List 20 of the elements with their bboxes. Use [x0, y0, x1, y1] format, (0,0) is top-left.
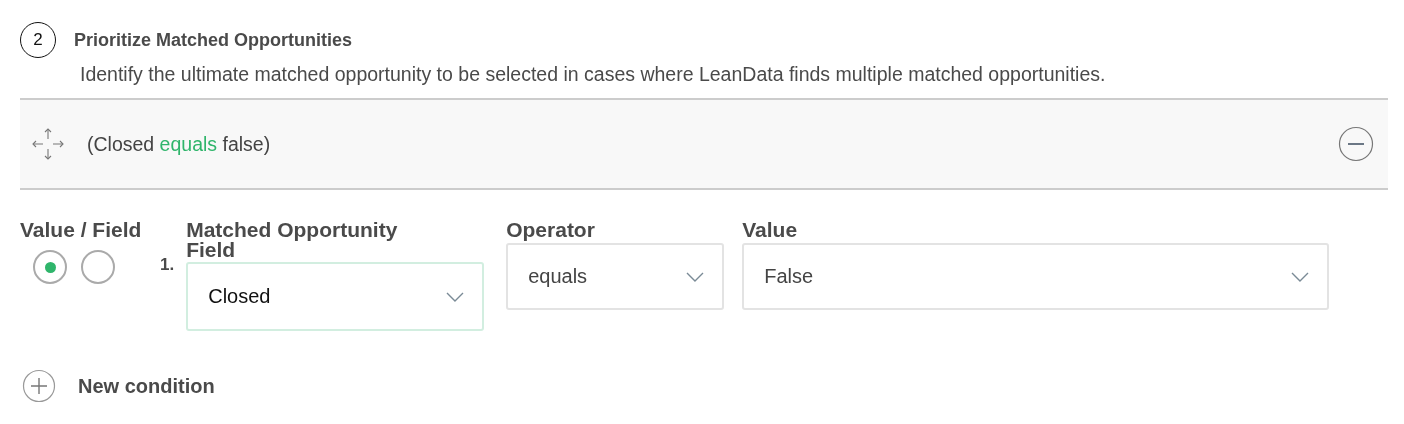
column-label: Operator	[506, 220, 596, 240]
column-label: Matched Opportunity Field	[186, 220, 399, 260]
radio-button[interactable]	[81, 250, 115, 284]
new-condition-link[interactable]: New condition	[78, 374, 215, 398]
condition-index: 1.	[160, 255, 175, 275]
column-label: Value / Field	[20, 220, 143, 240]
remove-icon[interactable]	[1338, 126, 1374, 162]
move-icon[interactable]	[30, 126, 66, 162]
rule-summary: (Closed equals false)	[87, 132, 272, 156]
dropdown[interactable]: equals	[506, 243, 725, 310]
dropdown[interactable]: Closed	[186, 262, 485, 331]
chevron-down-icon	[686, 271, 705, 282]
column-label: Value	[742, 220, 799, 240]
step-description: Identify the ultimate matched opportunity to be selected in cases where LeanData finds multiple matched opportunities.	[80, 63, 1107, 86]
add-icon[interactable]	[22, 369, 56, 403]
chevron-down-icon	[1291, 271, 1310, 282]
dropdown[interactable]: False	[742, 243, 1330, 310]
chevron-down-icon	[446, 291, 465, 302]
radio-button[interactable]	[33, 250, 67, 284]
step-title: Prioritize Matched Opportunities	[74, 29, 353, 51]
